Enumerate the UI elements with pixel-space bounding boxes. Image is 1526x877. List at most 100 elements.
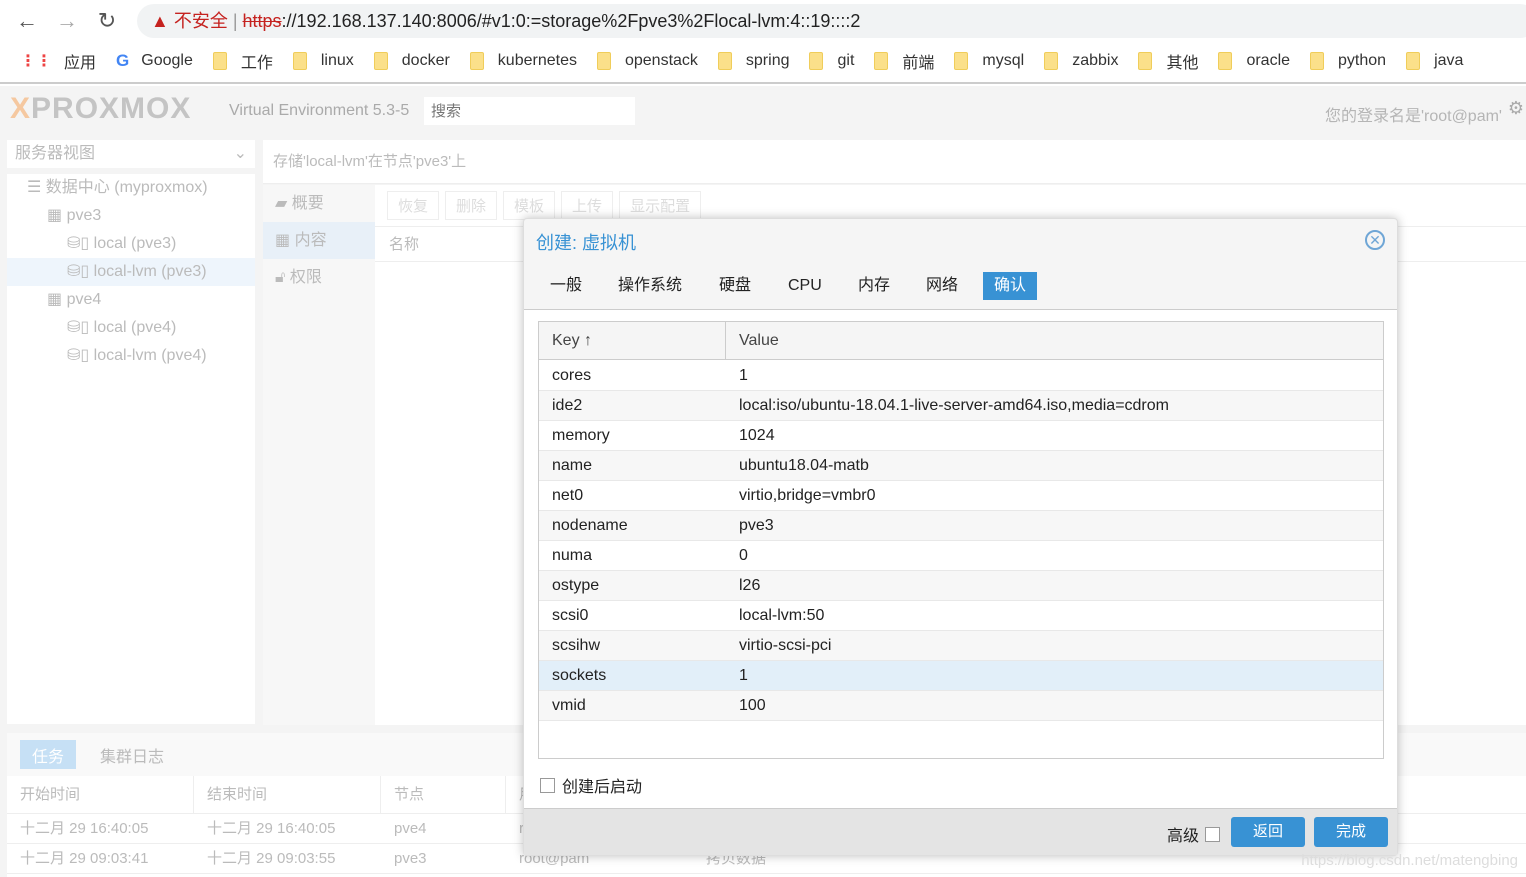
tree-item[interactable]: ⛁▯ local-lvm (pve4) [7,342,255,370]
bookmark-label: python [1338,52,1387,69]
toolbar-button[interactable]: 显示配置 [619,191,702,220]
tree-item-label: local-lvm (pve4) [93,347,207,364]
bookmark[interactable]: java [1406,52,1463,70]
grid-row[interactable]: numa 0 [539,541,1383,571]
back-icon[interactable]: ← [12,8,42,34]
bookmark[interactable]: openstack [596,52,698,70]
url: ://192.168.137.140:8006/#v1:0:=storage%2… [281,11,861,31]
bookmark[interactable]: mysql [954,52,1024,70]
tree-item[interactable]: ▦ pve4 [7,286,255,314]
row-value: 1024 [739,427,775,444]
tree-item[interactable]: ⛁▯ local (pve4) [7,314,255,342]
tree-item[interactable]: ⛁▯ local-lvm (pve3) [7,258,255,286]
url-scheme: https [242,11,282,31]
bookmark[interactable]: 工作 [212,49,273,73]
tree-item[interactable]: ⛁▯ local (pve3) [7,230,255,258]
cell: 节点 [381,776,506,813]
checkbox[interactable] [1205,826,1221,842]
grid-row[interactable]: ostype l26 [539,571,1383,601]
toolbar-button[interactable]: 恢复 [387,191,440,220]
content-nav-item[interactable]: ▦ 内容 [263,222,375,259]
row-key: ide2 [552,397,583,414]
cell: 十二月 29 16:40:05 [20,820,149,837]
task-tab[interactable]: 任务 [20,740,77,769]
dialog-tab[interactable]: 网络 [915,272,969,300]
row-value: virtio-scsi-pci [739,637,832,654]
column-key[interactable]: Key ↑ [552,322,592,360]
version-label: Virtual Environment 5.3-5 [229,102,410,119]
tree-item[interactable]: ▦ pve3 [7,202,255,230]
dialog-tab[interactable]: 操作系统 [607,272,693,300]
grid-row[interactable]: scsihw virtio-scsi-pci [539,631,1383,661]
proxmox-logo: XPROXMOX [10,92,192,125]
bookmark-label: 工作 [240,55,273,72]
dialog-tab[interactable]: 确认 [983,272,1038,300]
toolbar-button[interactable]: 上传 [561,191,614,220]
google-icon: G [116,51,130,70]
tree-item-label: local (pve4) [93,319,177,336]
dialog-tab[interactable]: 内存 [847,272,901,300]
bookmark-label: 前端 [902,55,935,72]
grid-header: Key ↑ Value [539,322,1383,360]
dialog-tab[interactable]: 硬盘 [708,272,762,300]
bookmark[interactable]: git [809,52,854,70]
back-button[interactable]: 返回 [1231,817,1305,847]
bookmark[interactable]: docker [373,52,450,70]
nav-label: 概要 [291,195,324,212]
reload-icon[interactable]: ↻ [92,8,122,34]
view-selector[interactable]: 服务器视图 ⌄ [7,140,255,168]
advanced-checkbox[interactable]: 高级 [1167,822,1221,846]
content-nav-item[interactable]: ▰ 概要 [263,185,375,222]
tree-item[interactable]: ☰ 数据中心 (myproxmox) [7,174,255,202]
toolbar-button[interactable]: 模板 [503,191,556,220]
grid-row[interactable]: vmid 100 [539,691,1383,721]
grid-row[interactable]: memory 1024 [539,421,1383,451]
folder-icon [717,52,732,70]
bookmark[interactable]: 前端 [874,49,934,73]
finish-button[interactable]: 完成 [1314,817,1388,847]
search-input[interactable] [424,97,635,125]
tree-item-label: 数据中心 (myproxmox) [45,179,208,196]
column-value[interactable]: Value [739,322,779,360]
bookmark[interactable]: kubernetes [469,52,577,70]
login-label: 您的登录名是'root@pam' [1324,108,1502,125]
bookmark[interactable]: G Google [116,51,193,71]
address-bar[interactable]: ▲ 不安全 | https://192.168.137.140:8006/#v1… [137,4,1526,38]
grid-row[interactable]: name ubuntu18.04-matb [539,451,1383,481]
bookmark[interactable]: spring [717,52,789,70]
start-after-create-checkbox[interactable]: 创建后启动 [540,773,642,797]
grid-row[interactable]: ide2 local:iso/ubuntu-18.04.1-live-server… [539,391,1383,421]
bookmark[interactable]: ⋮⋮ 应用 [20,49,96,73]
bookmark[interactable]: oracle [1218,52,1290,70]
toolbar-button[interactable]: 删除 [445,191,498,220]
bookmark[interactable]: 其他 [1138,49,1198,73]
resource-tree: ☰ 数据中心 (myproxmox) ▦ pve3 ⛁▯ local (pve3) ⛁… [7,174,255,724]
bookmark[interactable]: linux [292,52,354,70]
task-tab[interactable]: 集群日志 [100,740,164,769]
storage-icon: ⛁▯ [67,319,94,336]
content-nav-item[interactable]: 🔓︎ 权限 [263,259,375,296]
bookmark-label: 应用 [64,55,97,72]
row-key: scsi0 [552,607,589,624]
grid-row[interactable]: sockets 1 [539,661,1383,691]
grid-row[interactable]: cores 1 [539,361,1383,391]
forward-icon[interactable]: → [52,8,82,34]
cell: 十二月 29 09:03:55 [207,850,336,867]
tree-item-label: local-lvm (pve3) [93,263,207,280]
bookmark[interactable]: python [1310,52,1386,70]
folder-icon [1406,52,1421,70]
folder-icon [1044,52,1059,70]
grid-icon: ▦ [275,232,295,249]
grid-row[interactable]: scsi0 local-lvm:50 [539,601,1383,631]
bookmark[interactable]: zabbix [1044,52,1118,70]
dialog-tab[interactable]: 一般 [539,272,593,300]
dialog-tab[interactable]: CPU [777,272,833,300]
folder-icon [809,52,824,70]
storage-icon: ⛁▯ [67,347,94,364]
grid-row[interactable]: nodename pve3 [539,511,1383,541]
grid-row[interactable]: net0 virtio,bridge=vmbr0 [539,481,1383,511]
checkbox[interactable] [540,777,555,793]
gear-icon[interactable]: ⚙ [1508,98,1524,119]
close-icon[interactable]: ✕ [1365,230,1385,250]
folder-icon [954,52,969,70]
